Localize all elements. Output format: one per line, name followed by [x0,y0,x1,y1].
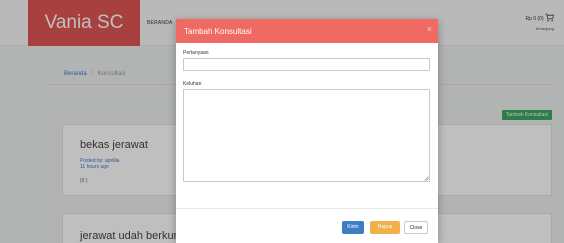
resize-handle-icon[interactable] [424,176,429,181]
question-input[interactable] [183,58,430,71]
modal-header: Tambah Konsultasi × [176,19,438,43]
delete-button[interactable]: Hapus [370,221,400,234]
add-consultation-modal: Tambah Konsultasi × Pertanyaan Keluhan K… [176,19,438,243]
close-button[interactable]: Close [404,221,428,234]
question-label: Pertanyaan [183,50,209,56]
complaint-textarea[interactable] [183,89,430,182]
close-icon[interactable]: × [427,24,432,34]
complaint-label: Keluhan [183,81,202,87]
modal-title: Tambah Konsultasi [184,27,252,36]
modal-footer: Kirim Hapus Close [176,208,438,243]
send-button[interactable]: Kirim [342,221,364,234]
